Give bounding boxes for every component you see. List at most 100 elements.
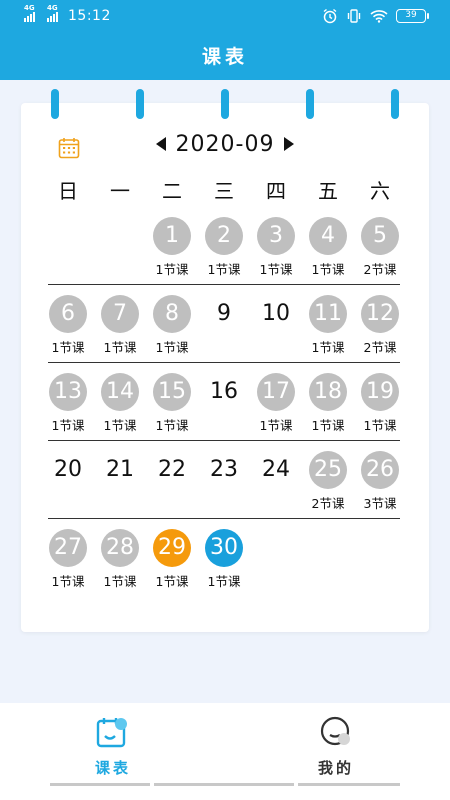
previous-month-button[interactable] [156, 137, 166, 151]
calendar-day[interactable]: 17 1节课 [250, 373, 302, 443]
calendar-day[interactable]: 20 [42, 451, 94, 521]
day-number: 20 [54, 457, 82, 482]
calendar-day[interactable]: 6 1节课 [42, 295, 94, 365]
signal-icon: 4G [47, 4, 58, 22]
day-number: 7 [101, 295, 139, 333]
lesson-count: 1节课 [51, 574, 85, 589]
calendar-day[interactable]: 30 1节课 [198, 529, 250, 599]
binder-ring [136, 89, 144, 119]
calendar-day[interactable]: 25 2节课 [302, 451, 354, 521]
calendar-day[interactable]: 13 1节课 [42, 373, 94, 443]
lesson-count: 1节课 [51, 340, 85, 355]
day-number: 17 [257, 373, 295, 411]
battery-level: 39 [405, 10, 417, 20]
lesson-count: 1节课 [103, 418, 137, 433]
calendar-day[interactable]: 16 [198, 373, 250, 443]
day-number: 16 [210, 379, 238, 404]
calendar-day[interactable]: 19 1节课 [354, 373, 406, 443]
day-number: 3 [257, 217, 295, 255]
calendar-day[interactable]: 1 1节课 [146, 217, 198, 287]
day-number: 15 [153, 373, 191, 411]
lesson-count: 1节课 [311, 418, 345, 433]
calendar-day[interactable]: 12 2节课 [354, 295, 406, 365]
day-number: 29 [153, 529, 191, 567]
weekday-header: 六 [370, 179, 390, 203]
lesson-count: 2节课 [363, 340, 397, 355]
weekday-header: 日 [58, 179, 78, 203]
calendar-day[interactable]: 14 1节课 [94, 373, 146, 443]
calendar-day[interactable]: 5 2节课 [354, 217, 406, 287]
day-number: 24 [262, 457, 290, 482]
calendar-day[interactable]: 27 1节课 [42, 529, 94, 599]
wifi-icon [370, 10, 388, 23]
day-number: 13 [49, 373, 87, 411]
day-number: 9 [217, 301, 231, 326]
calendar-day[interactable]: 18 1节课 [302, 373, 354, 443]
calendar-day[interactable]: 21 [94, 451, 146, 521]
calendar-day[interactable]: 7 1节课 [94, 295, 146, 365]
calendar-day[interactable]: 11 1节课 [302, 295, 354, 365]
tab-profile[interactable]: 我的 [306, 715, 366, 778]
binder-ring [391, 89, 399, 119]
calendar-day[interactable]: 8 1节课 [146, 295, 198, 365]
lesson-count: 1节课 [207, 574, 241, 589]
lesson-count: 1节课 [311, 262, 345, 277]
weekday-header: 二 [162, 179, 182, 203]
day-number: 10 [262, 301, 290, 326]
calendar-day[interactable]: 9 [198, 295, 250, 365]
calendar-day[interactable]: 24 [250, 451, 302, 521]
calendar-day[interactable]: 3 1节课 [250, 217, 302, 287]
day-number: 8 [153, 295, 191, 333]
calendar-day[interactable]: 2 1节课 [198, 217, 250, 287]
day-number: 4 [309, 217, 347, 255]
alarm-icon [323, 8, 337, 24]
binder-ring [221, 89, 229, 119]
lesson-count: 1节课 [155, 574, 189, 589]
vibrate-icon [347, 9, 361, 23]
lesson-count: 1节课 [155, 340, 189, 355]
lesson-count: 1节课 [103, 340, 137, 355]
calendar-day[interactable]: 4 1节课 [302, 217, 354, 287]
day-number: 12 [361, 295, 399, 333]
signal-icon: 4G [24, 4, 35, 22]
calendar-day[interactable]: 28 1节课 [94, 529, 146, 599]
page-title: 课表 [0, 34, 450, 80]
tab-label: 我的 [317, 759, 354, 777]
binder-ring [51, 89, 59, 119]
day-number: 22 [158, 457, 186, 482]
day-number: 25 [309, 451, 347, 489]
status-right: 39 [322, 8, 429, 24]
day-number: 26 [361, 451, 399, 489]
calendar-day[interactable]: 10 [250, 295, 302, 365]
calendar-icon[interactable] [58, 137, 80, 159]
lesson-count: 1节课 [155, 262, 189, 277]
day-number: 1 [153, 217, 191, 255]
weekday-header: 五 [318, 179, 338, 203]
calendar-day[interactable]: 29 1节课 [146, 529, 198, 599]
calendar-day[interactable]: 23 [198, 451, 250, 521]
day-number: 14 [101, 373, 139, 411]
lesson-count: 1节课 [363, 418, 397, 433]
home-indicator [298, 783, 400, 786]
lesson-count: 1节课 [103, 574, 137, 589]
lesson-count: 1节课 [155, 418, 189, 433]
calendar-day[interactable]: 15 1节课 [146, 373, 198, 443]
next-month-button[interactable] [283, 137, 294, 151]
lesson-count: 1节课 [259, 418, 293, 433]
day-number: 23 [210, 457, 238, 482]
weekday-header: 三 [214, 179, 234, 203]
day-number: 6 [49, 295, 87, 333]
lesson-count: 1节课 [51, 418, 85, 433]
calendar-day[interactable]: 22 [146, 451, 198, 521]
tab-schedule[interactable]: 课表 [83, 715, 143, 778]
day-number: 27 [49, 529, 87, 567]
lesson-count: 1节课 [311, 340, 345, 355]
day-number: 18 [309, 373, 347, 411]
status-left: 4G 4G 15:12 [24, 4, 111, 24]
calendar-day[interactable]: 26 3节课 [354, 451, 406, 521]
day-number: 21 [106, 457, 134, 482]
month-navigator: 2020-09 [150, 128, 300, 160]
day-number: 19 [361, 373, 399, 411]
status-bar: 4G 4G 15:12 39 [0, 0, 450, 34]
profile-icon [320, 716, 350, 746]
